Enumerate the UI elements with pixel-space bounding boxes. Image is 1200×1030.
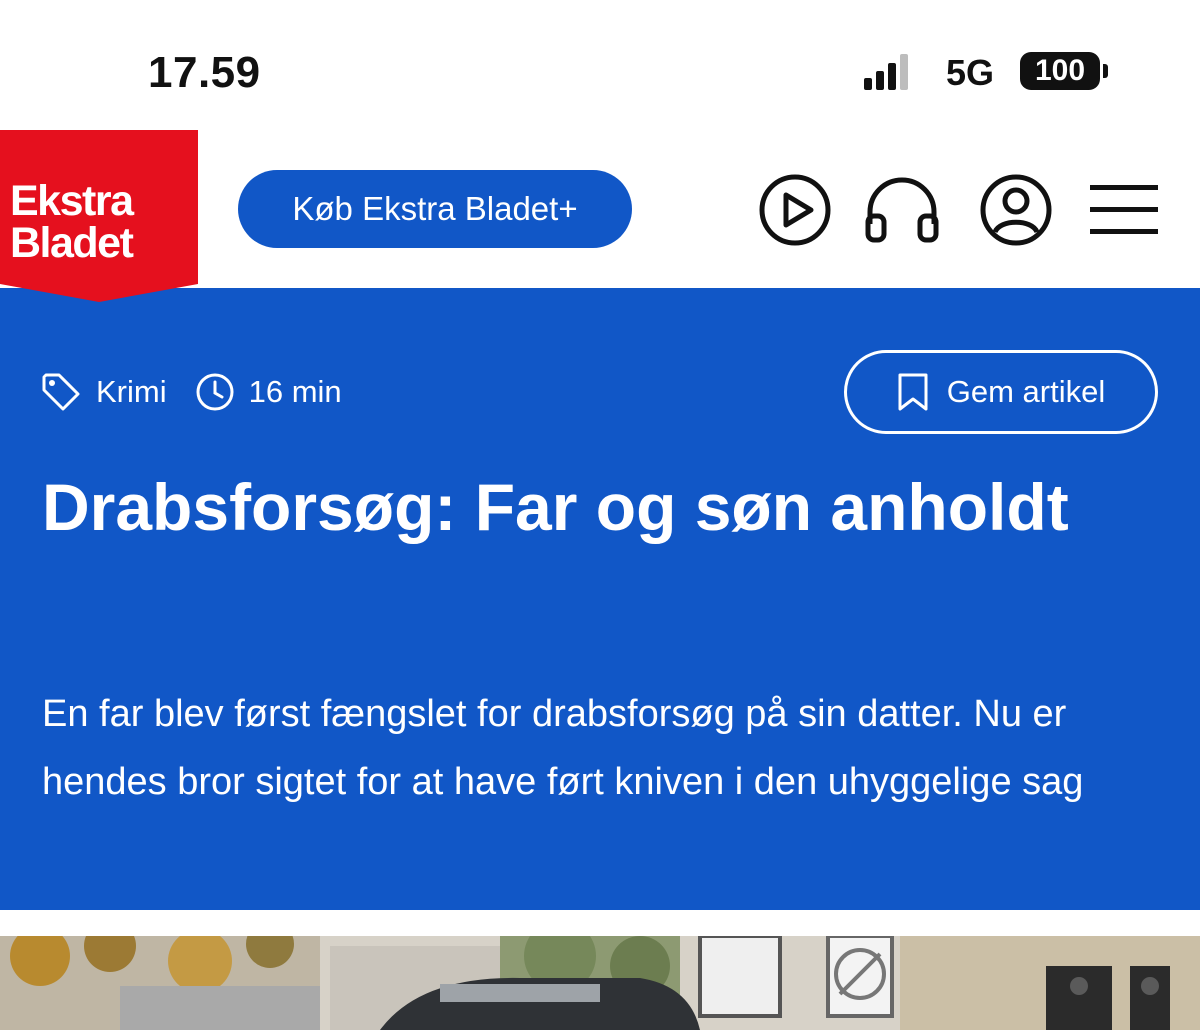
save-article-label: Gem artikel	[946, 374, 1106, 409]
network-type: 5G	[946, 52, 995, 93]
user-icon[interactable]	[978, 172, 1054, 248]
menu-icon[interactable]	[1088, 172, 1160, 248]
bookmark-icon	[898, 373, 928, 411]
article-lead: En far blev først fængslet for drabsfors…	[42, 693, 1084, 803]
site-header: Ekstra Bladet Køb Ekstra Bladet+	[0, 130, 1200, 302]
save-article-button[interactable]: Gem artikel	[844, 350, 1158, 434]
category-label: Krimi	[96, 374, 167, 409]
street-scene-image	[0, 936, 1200, 1030]
read-time-label: 16 min	[248, 374, 342, 409]
signal-bars-icon	[864, 54, 908, 90]
tag-icon	[42, 373, 80, 411]
headphones-icon[interactable]	[864, 172, 940, 248]
battery-tip	[1103, 64, 1108, 78]
article-hero: Krimi 16 min Gem artikel Drabsforsøg: Fa…	[0, 288, 1200, 910]
article-headline[interactable]: Drabsforsøg: Far og søn anholdt	[42, 466, 1152, 548]
category-tag[interactable]: Krimi	[40, 371, 167, 413]
play-icon[interactable]	[757, 172, 833, 248]
battery-icon: 100	[1020, 52, 1110, 90]
status-bar: 17.59 5G 100	[0, 0, 1200, 130]
logo-wordmark: Ekstra Bladet	[10, 177, 134, 267]
battery-level: 100	[1020, 52, 1100, 90]
article-photo[interactable]	[0, 936, 1200, 1030]
logo-line-2: Bladet	[10, 219, 134, 267]
clock-icon	[196, 373, 234, 411]
logo-line-1: Ekstra	[10, 177, 134, 225]
ekstra-bladet-logo[interactable]: Ekstra Bladet	[0, 130, 198, 302]
read-time: 16 min	[195, 372, 342, 412]
buy-subscription-button[interactable]: Køb Ekstra Bladet+	[238, 170, 632, 248]
status-time: 17.59	[148, 48, 261, 97]
article-meta: Krimi 16 min	[40, 370, 370, 414]
